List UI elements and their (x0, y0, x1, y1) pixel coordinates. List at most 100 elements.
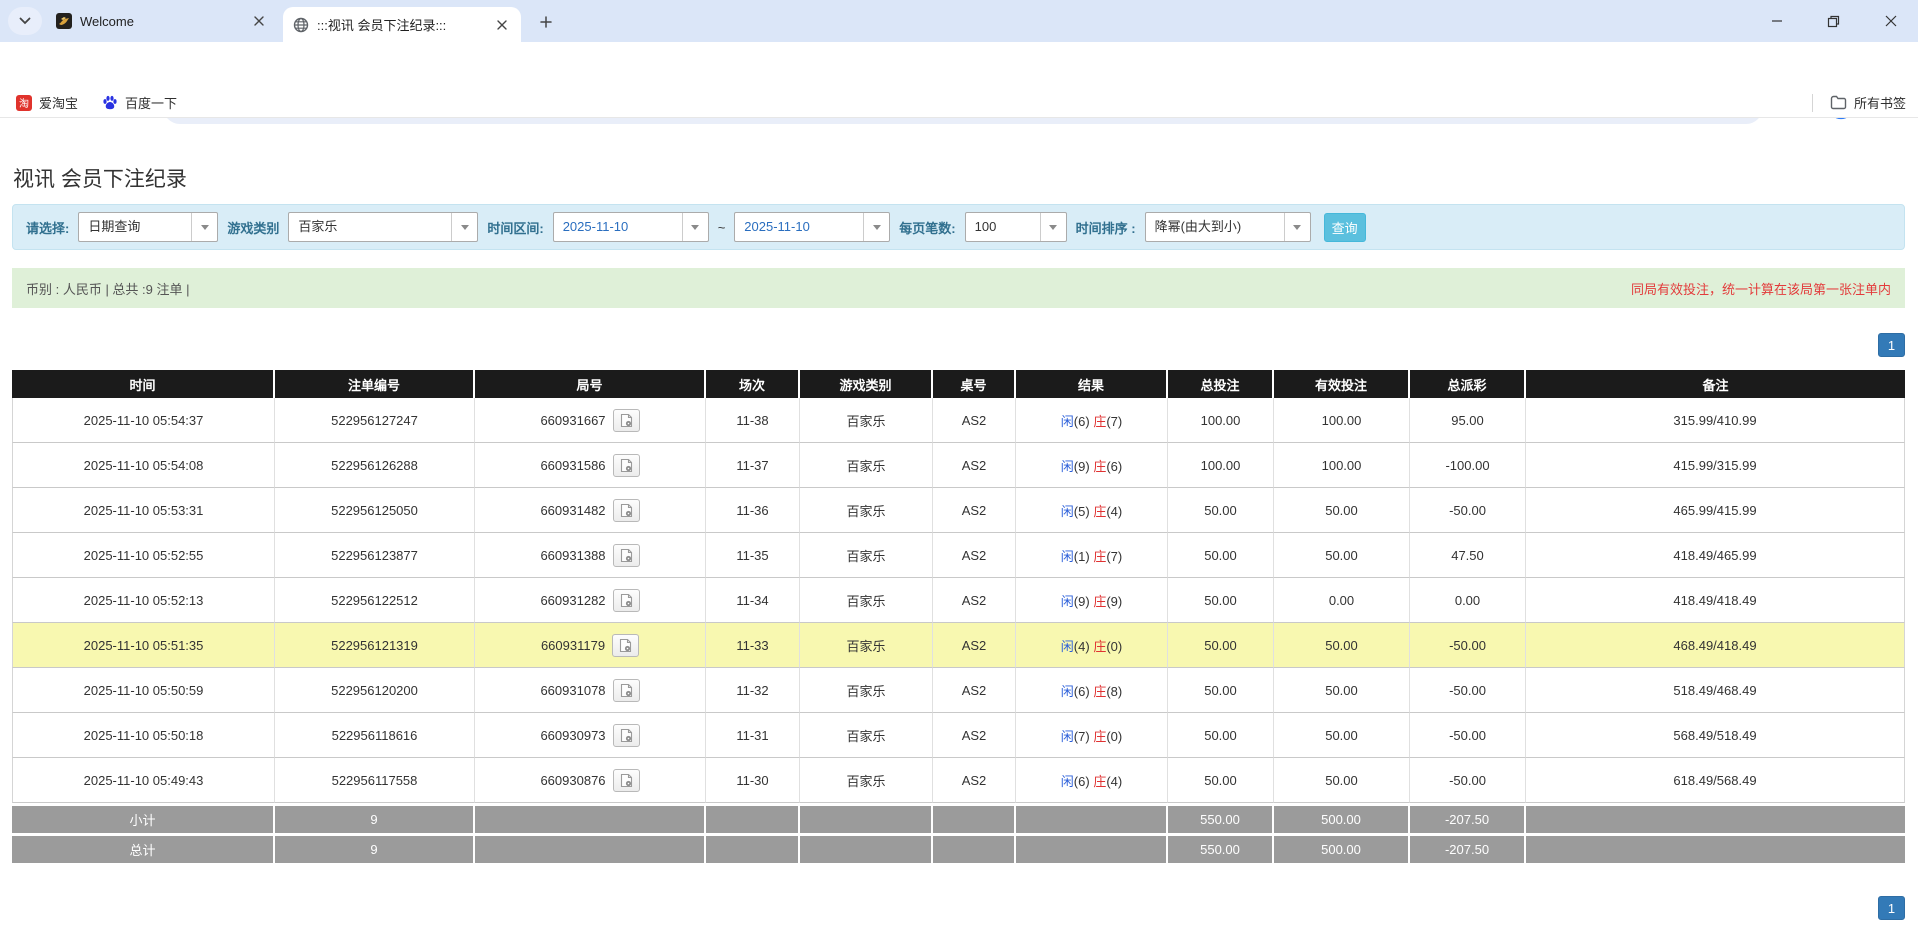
cell-total-bet[interactable]: 50.00 (1168, 758, 1274, 803)
round-id-value: 660931388 (540, 548, 605, 563)
browser-toolbar: 66cxkj98.com/ipl/portal.php/game/betreco… (0, 42, 1918, 88)
cell-session: 11-36 (706, 488, 800, 533)
restore-icon (1827, 15, 1840, 28)
game-type-label: 游戏类别 (227, 218, 279, 237)
cell-time: 2025-11-10 05:50:18 (12, 713, 275, 758)
cell-payout: -100.00 (1410, 443, 1526, 488)
col-session: 场次 (706, 370, 800, 398)
date-tilde: ~ (718, 220, 726, 235)
game-type-select[interactable]: 百家乐 (288, 212, 478, 242)
video-record-icon (618, 638, 633, 653)
round-video-button[interactable] (613, 769, 640, 792)
cell-total-bet[interactable]: 50.00 (1168, 533, 1274, 578)
round-id-value: 660930876 (540, 773, 605, 788)
tab-title: :::视讯 会员下注纪录::: (317, 15, 485, 34)
query-type-select[interactable]: 日期查询 (78, 212, 218, 242)
round-id-value: 660931586 (540, 458, 605, 473)
tab-welcome[interactable]: Welcome (46, 0, 278, 42)
cell-session: 11-31 (706, 713, 800, 758)
cell-total-bet[interactable]: 50.00 (1168, 713, 1274, 758)
video-record-icon (619, 548, 634, 563)
date-to-select[interactable]: 2025-11-10 (734, 212, 890, 242)
chevron-down-icon (191, 213, 217, 241)
round-video-button[interactable] (612, 634, 639, 657)
date-range-label: 时间区间: (487, 218, 543, 237)
round-video-button[interactable] (613, 589, 640, 612)
cell-result: 闲(9) 庄(9) (1016, 578, 1168, 623)
cell-session: 11-35 (706, 533, 800, 578)
sort-select[interactable]: 降幂(由大到小) (1145, 212, 1311, 242)
pagination-page-1-top[interactable]: 1 (1878, 333, 1905, 357)
all-bookmarks[interactable]: 所有书签 (1812, 93, 1906, 112)
result-player-score: (4) (1074, 639, 1090, 654)
bookmark-baidu[interactable]: 百度一下 (102, 93, 177, 112)
cell-round-id: 660931388 (475, 533, 706, 578)
cell-total-bet[interactable]: 100.00 (1168, 398, 1274, 443)
cell-total-bet[interactable]: 50.00 (1168, 623, 1274, 668)
col-result: 结果 (1016, 370, 1168, 398)
cell-payout: -50.00 (1410, 713, 1526, 758)
cell-round-id: 660931282 (475, 578, 706, 623)
cell-result: 闲(5) 庄(4) (1016, 488, 1168, 533)
result-player: 闲 (1061, 774, 1074, 789)
video-record-icon (619, 728, 634, 743)
table-row: 2025-11-10 05:52:13522956122512660931282… (12, 578, 1905, 623)
search-button[interactable]: 查询 (1324, 213, 1366, 242)
table-row: 2025-11-10 05:50:59522956120200660931078… (12, 668, 1905, 713)
result-player-score: (6) (1074, 414, 1090, 429)
date-from-value: 2025-11-10 (554, 213, 682, 241)
date-to-value: 2025-11-10 (735, 213, 863, 241)
cell-table-no: AS2 (933, 623, 1016, 668)
result-player: 闲 (1061, 639, 1074, 654)
round-video-button[interactable] (613, 499, 640, 522)
tab-betrecord[interactable]: :::视讯 会员下注纪录::: (283, 7, 521, 42)
tab-close-icon[interactable] (493, 16, 511, 34)
cell-result: 闲(4) 庄(0) (1016, 623, 1168, 668)
cell-total-bet[interactable]: 50.00 (1168, 668, 1274, 713)
cell-result: 闲(7) 庄(0) (1016, 713, 1168, 758)
result-player: 闲 (1061, 414, 1074, 429)
round-video-button[interactable] (613, 409, 640, 432)
video-record-icon (619, 413, 634, 428)
cell-note: 618.49/568.49 (1526, 758, 1905, 803)
cell-bet-id: 522956127247 (275, 398, 475, 443)
cell-result: 闲(9) 庄(6) (1016, 443, 1168, 488)
cell-session: 11-30 (706, 758, 800, 803)
cell-bet-id: 522956121319 (275, 623, 475, 668)
date-from-select[interactable]: 2025-11-10 (553, 212, 709, 242)
cell-note: 468.49/418.49 (1526, 623, 1905, 668)
result-banker-score: (9) (1106, 594, 1122, 609)
result-player: 闲 (1061, 729, 1074, 744)
new-tab-button[interactable] (533, 9, 559, 35)
window-close-button[interactable] (1876, 8, 1906, 34)
cell-payout: -50.00 (1410, 488, 1526, 533)
round-video-button[interactable] (613, 724, 640, 747)
cell-time: 2025-11-10 05:52:55 (12, 533, 275, 578)
tab-search-button[interactable] (8, 7, 42, 35)
cell-payout: -50.00 (1410, 668, 1526, 713)
query-type-value: 日期查询 (79, 213, 191, 241)
restore-button[interactable] (1818, 8, 1848, 34)
cell-round-id: 660931667 (475, 398, 706, 443)
cell-total-bet[interactable]: 50.00 (1168, 488, 1274, 533)
result-banker: 庄 (1093, 459, 1106, 474)
subtotal-label: 小计 (12, 803, 275, 833)
cell-valid-bet: 50.00 (1274, 758, 1410, 803)
cell-note: 418.49/418.49 (1526, 578, 1905, 623)
sort-value: 降幂(由大到小) (1146, 213, 1284, 241)
bookmark-aitaobao[interactable]: 淘 爱淘宝 (16, 93, 78, 112)
cell-total-bet[interactable]: 100.00 (1168, 443, 1274, 488)
minimize-button[interactable] (1762, 8, 1792, 34)
round-video-button[interactable] (613, 454, 640, 477)
col-payout: 总派彩 (1410, 370, 1526, 398)
round-video-button[interactable] (613, 679, 640, 702)
cell-total-bet[interactable]: 50.00 (1168, 578, 1274, 623)
cell-table-no: AS2 (933, 578, 1016, 623)
round-video-button[interactable] (613, 544, 640, 567)
table-row: 2025-11-10 05:53:31522956125050660931482… (12, 488, 1905, 533)
tab-close-icon[interactable] (250, 12, 268, 30)
pagination-page-1-bottom[interactable]: 1 (1878, 896, 1905, 920)
cell-round-id: 660930973 (475, 713, 706, 758)
per-page-select[interactable]: 100 (965, 212, 1067, 242)
minimize-icon (1771, 15, 1783, 27)
